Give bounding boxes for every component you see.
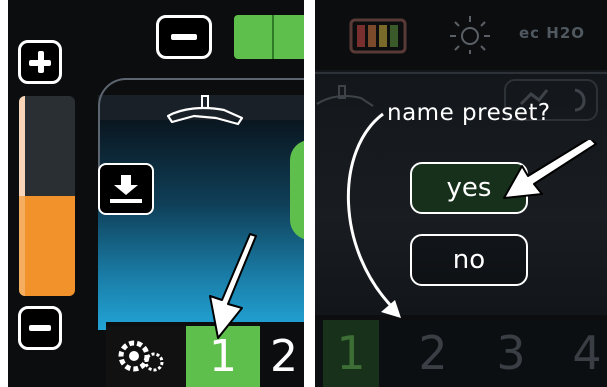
download-icon: [110, 175, 142, 203]
left-screen: 1 2: [8, 0, 304, 387]
ec-h2o-label: ec H2O: [519, 24, 586, 42]
nozzle-tool-icon: [166, 95, 244, 126]
status-bar: ec H2O: [315, 0, 607, 70]
decrease-top-button[interactable]: [156, 15, 212, 59]
divider-line: [315, 72, 607, 74]
no-button[interactable]: no: [410, 234, 528, 286]
gears-icon: [118, 340, 164, 372]
sun-icon: [450, 16, 490, 54]
green-level-bar: [234, 15, 304, 59]
gauge-strip: [19, 96, 25, 296]
green-indicator: [290, 140, 304, 240]
yes-label: yes: [446, 173, 492, 203]
preset-2[interactable]: 2: [405, 320, 461, 387]
decrease-button[interactable]: [18, 306, 62, 350]
preset-tab-2[interactable]: 2: [270, 326, 304, 387]
curved-arrow-icon: [347, 112, 401, 318]
increase-button[interactable]: [18, 40, 62, 84]
store-preset-button[interactable]: [98, 163, 154, 215]
preset-1[interactable]: 1: [323, 320, 379, 387]
gauge-fill: [19, 196, 75, 296]
level-gauge: [19, 96, 75, 296]
settings-tab[interactable]: [106, 326, 186, 387]
right-screen: ec H2O name preset? yes no 1 2 3 4: [315, 0, 607, 387]
pointer-arrow-icon: [209, 233, 257, 339]
no-label: no: [452, 245, 486, 275]
preset-3[interactable]: 3: [483, 320, 539, 387]
battery-icon: [349, 18, 407, 54]
preset-4[interactable]: 4: [559, 320, 607, 387]
level-divider: [272, 15, 274, 59]
pointer-arrow-icon: [503, 140, 597, 199]
